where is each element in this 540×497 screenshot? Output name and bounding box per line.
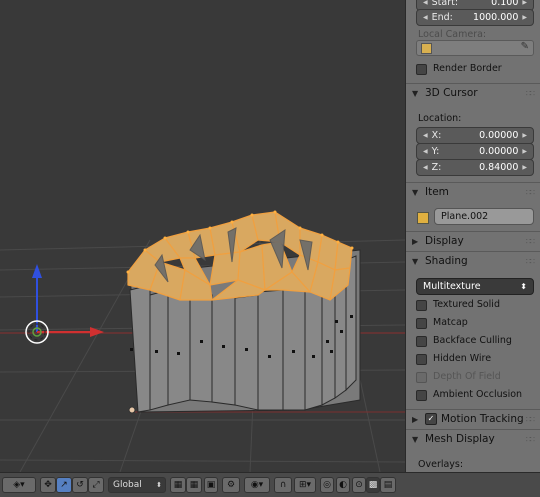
scene-canvas <box>0 210 405 472</box>
drag-grip-icon[interactable]: ∷∷ <box>526 257 535 266</box>
hidden-wire-label: Hidden Wire <box>433 353 492 364</box>
panel-mesh-display-header[interactable]: ▼ Mesh Display ∷∷ <box>412 430 535 448</box>
proportional-edit-button[interactable]: ◉▾ <box>244 477 270 493</box>
collapsed-triangle-icon: ▶ <box>412 414 419 424</box>
overlays-label: Overlays: <box>418 459 464 470</box>
pivot-point-button[interactable]: ◈▾ <box>2 477 36 493</box>
eyedropper-icon[interactable]: ✎ <box>521 41 529 52</box>
motion-tracking-checkbox[interactable]: ✓ <box>425 413 437 425</box>
camera-icon <box>421 43 432 54</box>
expanded-triangle-icon: ▼ <box>412 434 419 444</box>
scale-icon[interactable]: ⤢ <box>88 477 104 493</box>
transform-orientation-dropdown[interactable]: Global ⬍ <box>108 477 166 493</box>
matcap-label: Matcap <box>433 317 468 328</box>
expanded-triangle-icon: ▼ <box>412 256 419 266</box>
cursor-x-field[interactable]: ◀ X: 0.00000 ▶ <box>416 127 534 144</box>
depth-of-field-checkbox <box>416 372 427 383</box>
ambient-occlusion-checkbox[interactable] <box>416 390 427 401</box>
collapsed-triangle-icon: ▶ <box>412 236 419 246</box>
ambient-occlusion-label: Ambient Occlusion <box>433 389 523 400</box>
drag-grip-icon[interactable]: ∷∷ <box>526 89 535 98</box>
panel-shading-header[interactable]: ▼ Shading ∷∷ <box>412 252 535 270</box>
expanded-triangle-icon: ▼ <box>412 187 419 197</box>
panel-motion-tracking-header[interactable]: ▶ ✓ Motion Tracking ∷∷ <box>412 410 535 428</box>
object-origin <box>128 406 136 414</box>
snap-target-icon[interactable]: ⚙ <box>222 477 240 493</box>
drag-grip-icon[interactable]: ∷∷ <box>526 435 535 444</box>
mesh-object[interactable] <box>126 210 361 413</box>
updown-arrow-icon: ⬍ <box>156 481 162 489</box>
transform-manipulator[interactable] <box>25 264 104 344</box>
drag-grip-icon[interactable]: ∷∷ <box>526 415 535 424</box>
layer-icon[interactable]: ▦ <box>170 477 186 493</box>
viewport-header-toolbar: ◈▾ ✥ ↗ ↺ ⤢ Global ⬍ ▦ ▦ ▣ ⚙ ◉▾ ∩ ⊞▾ ◎ ◐ … <box>0 472 540 497</box>
clip-end-field[interactable]: ◀ End: 1000.000 ▶ <box>416 9 534 26</box>
properties-panel: ◀ Start: 0.100 ▶ ◀ End: 1000.000 ▶ Local… <box>405 0 540 472</box>
snap-target-mode-icon[interactable]: ◎ <box>320 477 334 493</box>
panel-item-header[interactable]: ▼ Item ∷∷ <box>412 183 535 201</box>
updown-arrow-icon: ⬍ <box>520 282 527 291</box>
opengl-render-icon[interactable]: ▤ <box>380 477 396 493</box>
object-cube-icon[interactable]: ▣ <box>204 477 218 493</box>
3d-viewport[interactable] <box>0 0 405 472</box>
panel-display-header[interactable]: ▶ Display ∷∷ <box>412 232 535 250</box>
hidden-wire-checkbox[interactable] <box>416 354 427 365</box>
textured-solid-checkbox[interactable] <box>416 300 427 311</box>
cursor-y-field[interactable]: ◀ Y: 0.00000 ▶ <box>416 143 534 160</box>
occlusion-icon[interactable]: ⊙ <box>352 477 366 493</box>
object-icon <box>417 212 429 224</box>
translate-icon[interactable]: ↗ <box>56 477 72 493</box>
backface-culling-label: Backface Culling <box>433 335 512 346</box>
snap-element-icon[interactable]: ⊞▾ <box>294 477 316 493</box>
rotate-icon[interactable]: ↺ <box>72 477 88 493</box>
shading-mode-dropdown[interactable]: Multitexture ⬍ <box>416 278 534 295</box>
panel-3d-cursor-header[interactable]: ▼ 3D Cursor ∷∷ <box>412 84 535 102</box>
expanded-triangle-icon: ▼ <box>412 88 419 98</box>
local-camera-field[interactable]: ✎ <box>416 40 534 56</box>
local-camera-label: Local Camera: <box>418 29 487 40</box>
textured-solid-label: Textured Solid <box>433 299 500 310</box>
layer-icon[interactable]: ▦ <box>186 477 202 493</box>
align-rotation-icon[interactable]: ◐ <box>336 477 350 493</box>
render-camera-icon[interactable]: ▩ <box>366 477 380 493</box>
cursor-z-field[interactable]: ◀ Z: 0.84000 ▶ <box>416 159 534 176</box>
location-label: Location: <box>418 113 462 124</box>
backface-culling-checkbox[interactable] <box>416 336 427 347</box>
snap-magnet-icon[interactable]: ∩ <box>274 477 292 493</box>
drag-grip-icon[interactable]: ∷∷ <box>526 237 535 246</box>
render-border-label: Render Border <box>433 63 502 74</box>
manipulator-toggle-icon[interactable]: ✥ <box>40 477 56 493</box>
drag-grip-icon[interactable]: ∷∷ <box>526 188 535 197</box>
render-border-checkbox[interactable] <box>416 64 427 75</box>
depth-of-field-label: Depth Of Field <box>433 371 501 382</box>
object-name-field[interactable]: Plane.002 <box>434 208 534 225</box>
matcap-checkbox[interactable] <box>416 318 427 329</box>
